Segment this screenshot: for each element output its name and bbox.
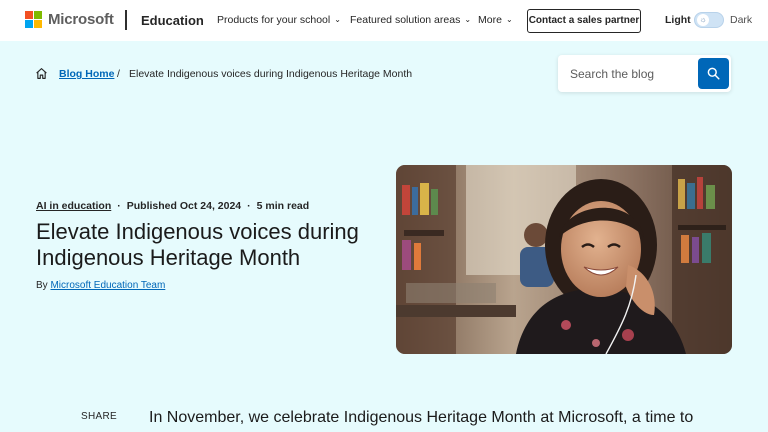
- logo-text: Microsoft: [48, 11, 114, 28]
- site-header: Microsoft Education Products for your sc…: [0, 0, 768, 41]
- blog-search: [558, 55, 731, 92]
- chevron-down-icon: ⌄: [334, 15, 341, 24]
- byline-prefix: By: [36, 280, 48, 291]
- breadcrumb-blog-home[interactable]: Blog Home: [59, 68, 114, 80]
- microsoft-logo[interactable]: Microsoft: [25, 11, 114, 28]
- byline: By Microsoft Education Team: [36, 280, 165, 291]
- category-link[interactable]: AI in education: [36, 200, 111, 212]
- article-lede: In November, we celebrate Indigenous Her…: [149, 409, 694, 426]
- published-date: Published Oct 24, 2024: [126, 200, 242, 212]
- home-icon[interactable]: [35, 67, 48, 80]
- author-link[interactable]: Microsoft Education Team: [50, 280, 165, 291]
- nav-featured-solutions[interactable]: Featured solution areas ⌄: [350, 14, 471, 26]
- share-label: SHARE: [81, 411, 117, 422]
- nav-more[interactable]: More ⌄: [478, 14, 513, 26]
- header-divider: [125, 10, 127, 30]
- nav-label: More: [478, 14, 502, 26]
- theme-toggle[interactable]: ☼: [694, 12, 724, 28]
- meta-dot: ·: [117, 200, 121, 212]
- microsoft-logo-icon: [25, 11, 42, 28]
- breadcrumb-separator: /: [117, 68, 120, 80]
- theme-light-label: Light: [665, 14, 691, 26]
- search-button[interactable]: [698, 58, 729, 89]
- article-meta: AI in education · Published Oct 24, 2024…: [36, 200, 309, 212]
- nav-products[interactable]: Products for your school ⌄: [217, 14, 341, 26]
- hero-image: [396, 165, 732, 354]
- chevron-down-icon: ⌄: [505, 15, 513, 24]
- search-input[interactable]: [558, 55, 692, 92]
- contact-sales-button[interactable]: Contact a sales partner: [527, 9, 641, 33]
- search-icon: [707, 67, 720, 80]
- nav-label: Featured solution areas: [350, 14, 461, 26]
- sun-icon: ☼: [697, 14, 709, 26]
- article-title: Elevate Indigenous voices during Indigen…: [36, 219, 359, 270]
- meta-dot: ·: [247, 200, 251, 212]
- chevron-down-icon: ⌄: [464, 15, 472, 24]
- breadcrumb-current: Elevate Indigenous voices during Indigen…: [129, 68, 413, 80]
- read-time: 5 min read: [256, 200, 310, 212]
- theme-dark-label: Dark: [730, 14, 753, 26]
- nav-label: Products for your school: [217, 14, 331, 26]
- hero-photo-illustration: [396, 165, 732, 354]
- brand-link[interactable]: Education: [141, 13, 204, 28]
